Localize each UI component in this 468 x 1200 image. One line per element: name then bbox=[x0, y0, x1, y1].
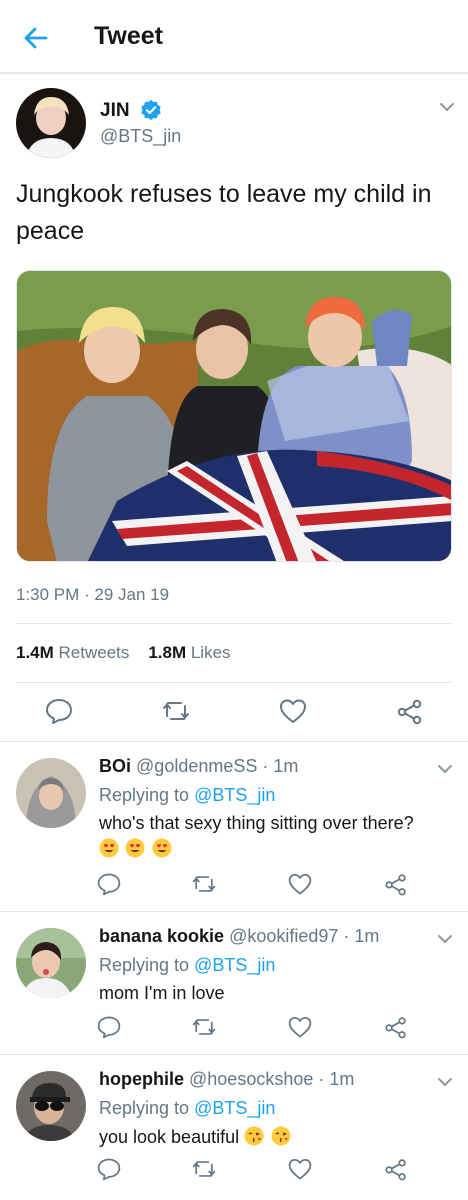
kissing-heart-emoji-icon bbox=[244, 1126, 264, 1146]
heart-eyes-emoji-icon bbox=[125, 838, 145, 858]
share-icon[interactable] bbox=[383, 1014, 409, 1040]
replying-prefix: Replying to bbox=[99, 785, 190, 805]
author-handle[interactable]: @BTS_jin bbox=[100, 126, 181, 147]
retweets-label[interactable]: Retweets bbox=[59, 643, 130, 662]
replying-prefix: Replying to bbox=[99, 1098, 190, 1118]
retweet-icon[interactable] bbox=[161, 696, 191, 726]
reply-handle[interactable]: @hoesockshoe bbox=[189, 1069, 313, 1089]
reply-header: hopephile @hoesockshoe · 1m bbox=[99, 1069, 354, 1090]
chevron-down-icon[interactable] bbox=[438, 98, 456, 116]
reply-header: banana kookie @kookified97 · 1m bbox=[99, 926, 379, 947]
heart-eyes-emoji-icon bbox=[99, 838, 119, 858]
reply-avatar[interactable] bbox=[16, 1071, 86, 1141]
divider bbox=[16, 623, 452, 624]
replying-to: Replying to @BTS_jin bbox=[99, 1098, 275, 1119]
reply-item[interactable]: banana kookie @kookified97 · 1m Replying… bbox=[0, 912, 468, 1054]
tweet-author: JIN @BTS_jin bbox=[16, 88, 456, 168]
reply-actions bbox=[0, 1014, 468, 1046]
replying-to: Replying to @BTS_jin bbox=[99, 785, 275, 806]
reply-emojis bbox=[99, 838, 174, 860]
reply-icon[interactable] bbox=[96, 1014, 122, 1040]
reply-time: · 1m bbox=[343, 926, 380, 946]
reply-name[interactable]: banana kookie bbox=[99, 926, 224, 946]
page-title: Tweet bbox=[94, 22, 163, 50]
heart-eyes-emoji-icon bbox=[152, 838, 172, 858]
reply-text: mom I'm in love bbox=[99, 983, 225, 1003]
reply-header: BOi @goldenmeSS · 1m bbox=[99, 756, 298, 777]
tweet-photo[interactable] bbox=[16, 270, 452, 562]
reply-time: · 1m bbox=[262, 756, 299, 776]
reply-icon[interactable] bbox=[44, 696, 74, 726]
reply-handle[interactable]: @goldenmeSS bbox=[136, 756, 257, 776]
like-heart-icon[interactable] bbox=[278, 696, 308, 726]
reply-actions bbox=[0, 871, 468, 903]
chevron-down-icon[interactable] bbox=[436, 1073, 454, 1091]
likes-label[interactable]: Likes bbox=[191, 643, 231, 662]
reply-avatar[interactable] bbox=[16, 928, 86, 998]
verified-badge-icon bbox=[141, 99, 161, 121]
reply-text: who's that sexy thing sitting over there… bbox=[99, 813, 414, 833]
retweet-icon[interactable] bbox=[191, 1156, 217, 1182]
reply-avatar[interactable] bbox=[16, 758, 86, 828]
top-bar: Tweet bbox=[0, 0, 468, 74]
retweet-icon[interactable] bbox=[191, 871, 217, 897]
share-icon[interactable] bbox=[383, 871, 409, 897]
reply-handle[interactable]: @kookified97 bbox=[229, 926, 338, 946]
back-arrow-icon[interactable] bbox=[20, 22, 52, 54]
tweet-stats: 1.4M Retweets 1.8M Likes bbox=[16, 643, 231, 663]
reply-name[interactable]: BOi bbox=[99, 756, 131, 776]
like-heart-icon[interactable] bbox=[287, 1014, 313, 1040]
retweets-count[interactable]: 1.4M bbox=[16, 643, 54, 662]
chevron-down-icon[interactable] bbox=[436, 760, 454, 778]
like-heart-icon[interactable] bbox=[287, 1156, 313, 1182]
replying-to: Replying to @BTS_jin bbox=[99, 955, 275, 976]
reply-name[interactable]: hopephile bbox=[99, 1069, 184, 1089]
reply-text-body: you look beautiful bbox=[99, 1127, 240, 1147]
tweet-timestamp: 1:30 PM · 29 Jan 19 bbox=[16, 585, 170, 604]
like-heart-icon[interactable] bbox=[287, 871, 313, 897]
reply-text: you look beautiful bbox=[99, 1126, 293, 1148]
likes-count[interactable]: 1.8M bbox=[148, 643, 186, 662]
replying-mention[interactable]: @BTS_jin bbox=[194, 955, 275, 975]
tweet-text: Jungkook refuses to leave my child in pe… bbox=[16, 180, 432, 245]
share-icon[interactable] bbox=[383, 1156, 409, 1182]
tweet-actions bbox=[0, 696, 468, 728]
reply-item[interactable]: hopephile @hoesockshoe · 1m Replying to … bbox=[0, 1055, 468, 1200]
replying-mention[interactable]: @BTS_jin bbox=[194, 1098, 275, 1118]
kissing-heart-emoji-icon bbox=[271, 1126, 291, 1146]
author-name[interactable]: JIN bbox=[100, 100, 130, 122]
reply-icon[interactable] bbox=[96, 1156, 122, 1182]
replying-prefix: Replying to bbox=[99, 955, 190, 975]
reply-actions bbox=[0, 1156, 468, 1188]
divider bbox=[16, 682, 452, 683]
reply-time: · 1m bbox=[318, 1069, 355, 1089]
replying-mention[interactable]: @BTS_jin bbox=[194, 785, 275, 805]
author-avatar[interactable] bbox=[16, 88, 86, 158]
share-icon[interactable] bbox=[395, 696, 425, 726]
reply-icon[interactable] bbox=[96, 871, 122, 897]
retweet-icon[interactable] bbox=[191, 1014, 217, 1040]
reply-item[interactable]: BOi @goldenmeSS · 1m Replying to @BTS_ji… bbox=[0, 742, 468, 911]
chevron-down-icon[interactable] bbox=[436, 930, 454, 948]
